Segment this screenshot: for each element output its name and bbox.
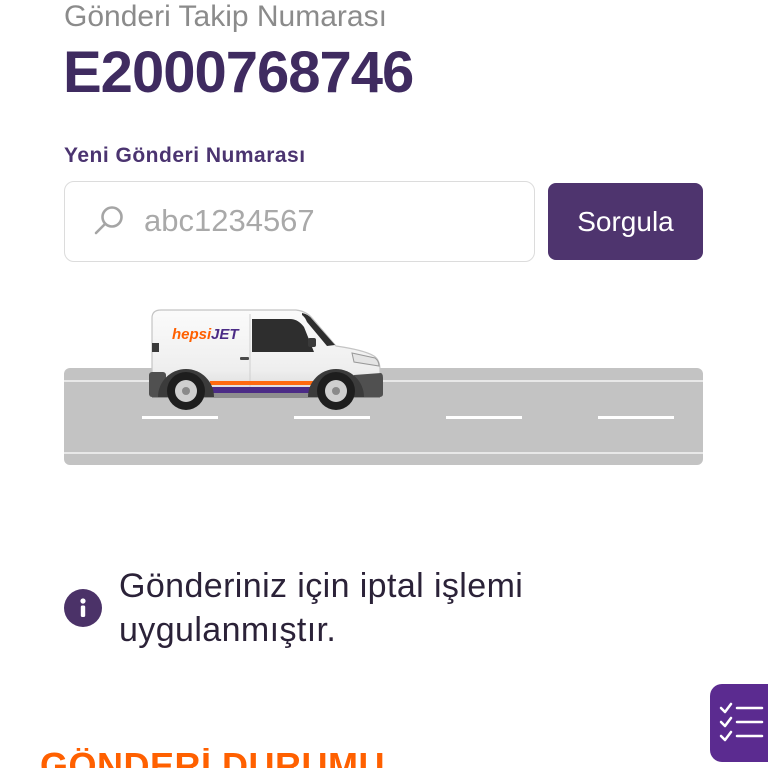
van-rear-light	[152, 343, 159, 352]
checklist-icon	[719, 702, 764, 742]
van-logo-hepsi: hepsi	[172, 326, 212, 343]
query-button[interactable]: Sorgula	[548, 183, 703, 260]
search-icon-handle	[94, 222, 107, 235]
checklist-icon-check	[719, 702, 733, 714]
van-stripe-orange	[210, 381, 314, 385]
tracking-number-input[interactable]	[144, 191, 514, 251]
van-side-mirror	[308, 338, 316, 347]
search-field[interactable]	[64, 181, 535, 262]
tracking-number-label: Gönderi Takip Numarası	[64, 0, 387, 33]
van-rear-hub	[182, 387, 190, 395]
search-icon	[91, 204, 125, 238]
shipment-status-heading: GÖNDERİ DURUMU	[40, 748, 460, 768]
info-icon	[64, 589, 102, 627]
checklist-button[interactable]	[710, 684, 768, 762]
info-icon-dot	[80, 598, 86, 604]
road-lane-dash	[142, 416, 218, 419]
delivery-illustration: hepsi JET	[64, 309, 703, 465]
checklist-icon-check	[719, 730, 733, 742]
checklist-icon-check	[719, 716, 733, 728]
van-front-wheel	[317, 372, 355, 410]
road-lane-dash	[598, 416, 674, 419]
road-edge-line-bottom	[64, 452, 703, 454]
van-logo-jet: JET	[211, 326, 240, 343]
van-front-hub	[332, 387, 340, 395]
tracking-number: E2000768746	[63, 40, 414, 105]
new-tracking-number-label: Yeni Gönderi Numarası	[64, 144, 306, 167]
van-door-handle	[240, 357, 249, 360]
van-stripe-purple	[210, 387, 316, 393]
road-lane-dash	[446, 416, 522, 419]
notice-message: Gönderiniz için iptal işlemi uygulanmışt…	[119, 567, 524, 649]
delivery-van: hepsi JET	[149, 309, 383, 410]
cancellation-notice: Gönderiniz için iptal işlemi uygulanmışt…	[64, 564, 584, 656]
shipment-tracking-screen: Gönderi Takip Numarası E2000768746 Yeni …	[0, 0, 768, 768]
road-lane-dash	[294, 416, 370, 419]
info-icon-stem	[80, 605, 86, 617]
query-button-label: Sorgula	[577, 205, 674, 237]
search-icon-graphic	[94, 206, 123, 235]
van-rear-wheel	[167, 372, 205, 410]
